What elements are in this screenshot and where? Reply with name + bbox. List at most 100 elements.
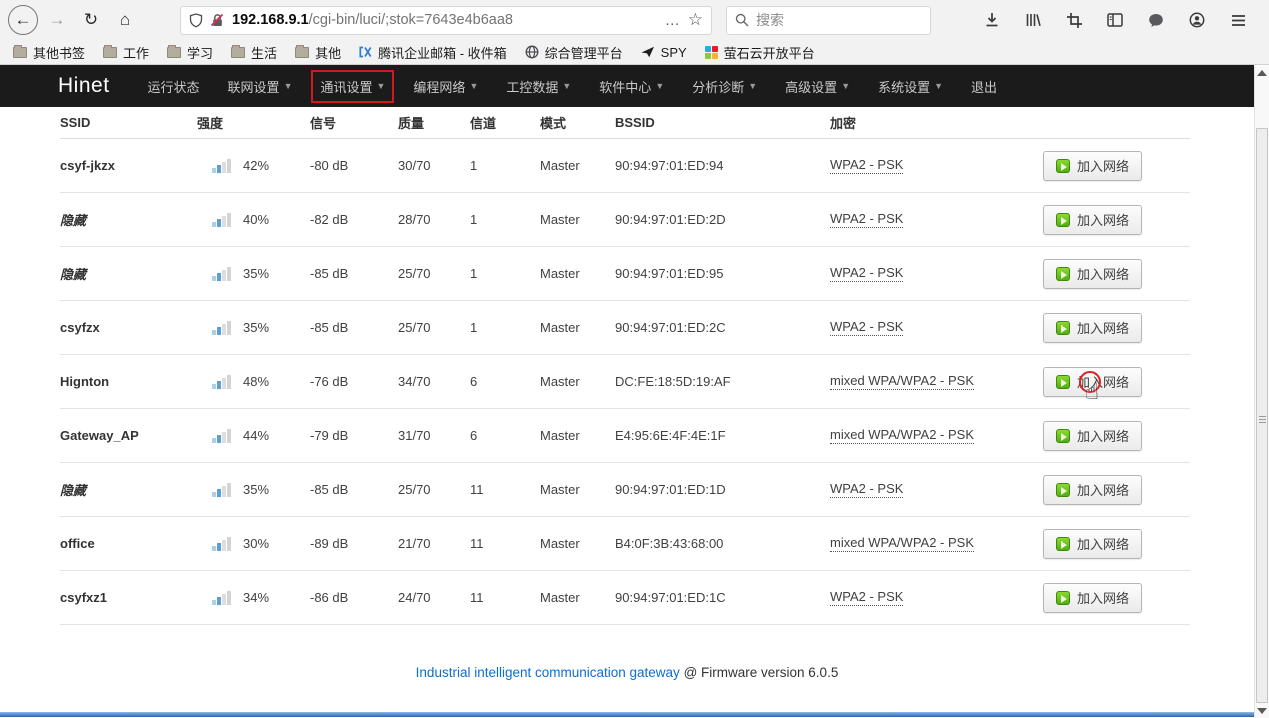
- nav-item-label: 通讯设置: [320, 77, 372, 96]
- join-play-icon: [1056, 159, 1070, 173]
- join-network-button[interactable]: 加入网络: [1043, 529, 1142, 559]
- bookmark-label: SPY: [661, 45, 687, 60]
- scroll-up-arrow-icon[interactable]: [1257, 70, 1267, 76]
- join-network-button[interactable]: 加入网络: [1043, 259, 1142, 289]
- bookmark-label: 学习: [187, 43, 213, 62]
- strength-value: 44%: [243, 428, 269, 443]
- chevron-down-icon: ▼: [469, 81, 478, 91]
- menu-hamburger-icon[interactable]: [1223, 6, 1253, 34]
- wifi-scan-table: SSID强度信号质量信道模式BSSID加密 csyf-jkzx 42% -80 …: [60, 107, 1190, 625]
- nav-item[interactable]: 软件中心▼: [591, 71, 672, 102]
- insecure-lock-icon[interactable]: [210, 13, 225, 28]
- bookmark-item[interactable]: 综合管理平台: [518, 41, 630, 64]
- channel-cell: 1: [470, 266, 540, 281]
- scroll-down-arrow-icon[interactable]: [1257, 708, 1267, 714]
- quality-cell: 30/70: [398, 158, 470, 173]
- join-play-icon: [1056, 213, 1070, 227]
- column-header: 信道: [470, 113, 540, 132]
- join-network-button[interactable]: 加入网络: [1043, 205, 1142, 235]
- sidebar-toggle-icon[interactable]: [1100, 6, 1130, 34]
- bookmark-item[interactable]: 其他书签: [6, 41, 92, 64]
- nav-item[interactable]: 分析诊断▼: [684, 71, 765, 102]
- channel-cell: 11: [470, 482, 540, 497]
- column-header: 加密: [830, 113, 1043, 132]
- search-box[interactable]: 搜索: [726, 6, 931, 35]
- join-network-button[interactable]: 加入网络: [1043, 475, 1142, 505]
- channel-cell: 1: [470, 158, 540, 173]
- signal-cell: -86 dB: [310, 590, 398, 605]
- footer-link[interactable]: Industrial intelligent communication gat…: [416, 665, 680, 680]
- bookmark-item[interactable]: 生活: [224, 41, 284, 64]
- quality-cell: 34/70: [398, 374, 470, 389]
- table-row: Hignton 48% -76 dB 34/70 6 Master DC:FE:…: [60, 355, 1190, 409]
- tracking-protection-shield-icon[interactable]: [189, 13, 203, 28]
- page-actions-icon[interactable]: …: [665, 12, 681, 29]
- nav-item[interactable]: 工控数据▼: [498, 71, 579, 102]
- encryption-value: WPA2 - PSK: [830, 481, 903, 498]
- bookmark-item[interactable]: 其他: [288, 41, 348, 64]
- signal-bars-icon: [212, 375, 231, 389]
- quality-cell: 25/70: [398, 482, 470, 497]
- bookmark-item[interactable]: 学习: [160, 41, 220, 64]
- bookmark-item[interactable]: SPY: [634, 43, 694, 62]
- browser-toolbar: ← → ↻ ⌂ 192.168.9.1/cgi-bin/luci/;stok=7…: [0, 0, 1269, 40]
- action-cell: 加入网络: [1043, 421, 1190, 451]
- home-button[interactable]: ⌂: [110, 5, 140, 35]
- action-cell: 加入网络: [1043, 529, 1190, 559]
- download-icon[interactable]: [977, 6, 1007, 34]
- account-icon[interactable]: [1182, 6, 1212, 34]
- join-network-button[interactable]: 加入网络: [1043, 151, 1142, 181]
- bookmark-star-icon[interactable]: ☆: [688, 10, 703, 30]
- nav-item[interactable]: 通讯设置▼: [312, 71, 393, 102]
- nav-item[interactable]: 联网设置▼: [220, 71, 301, 102]
- bookmark-item[interactable]: 腾讯企业邮箱 - 收件箱: [352, 41, 514, 64]
- nav-item[interactable]: 退出: [963, 71, 1005, 102]
- vertical-scrollbar[interactable]: [1254, 66, 1269, 718]
- screenshot-crop-icon[interactable]: [1059, 6, 1089, 34]
- scrollbar-thumb[interactable]: [1256, 128, 1268, 703]
- join-play-icon: [1056, 591, 1070, 605]
- channel-cell: 6: [470, 374, 540, 389]
- ssid-cell: Hignton: [60, 374, 197, 389]
- forward-button[interactable]: →: [42, 5, 72, 35]
- action-cell: 加入网络: [1043, 313, 1190, 343]
- table-header-row: SSID强度信号质量信道模式BSSID加密: [60, 107, 1190, 139]
- join-button-label: 加入网络: [1077, 210, 1129, 229]
- join-button-label: 加入网络: [1077, 426, 1129, 445]
- nav-item[interactable]: 编程网络▼: [405, 71, 486, 102]
- join-network-button[interactable]: 加入网络: [1043, 367, 1142, 397]
- join-network-button[interactable]: 加入网络: [1043, 313, 1142, 343]
- mode-cell: Master: [540, 590, 615, 605]
- reload-button[interactable]: ↻: [76, 5, 106, 35]
- nav-item[interactable]: 系统设置▼: [870, 71, 951, 102]
- bookmark-item[interactable]: 萤石云开放平台: [698, 41, 822, 64]
- signal-bars-icon: [212, 537, 231, 551]
- chevron-down-icon: ▼: [841, 81, 850, 91]
- back-button[interactable]: ←: [8, 5, 38, 35]
- column-header: BSSID: [615, 115, 830, 130]
- encryption-cell: WPA2 - PSK: [830, 319, 1043, 336]
- nav-item[interactable]: 高级设置▼: [777, 71, 858, 102]
- join-play-icon: [1056, 375, 1070, 389]
- strength-cell: 34%: [197, 590, 310, 605]
- ssid-cell: 隐藏: [60, 210, 197, 229]
- ssid-cell: 隐藏: [60, 264, 197, 283]
- bssid-cell: 90:94:97:01:ED:1D: [615, 482, 830, 497]
- library-icon[interactable]: [1018, 6, 1048, 34]
- url-bar[interactable]: 192.168.9.1/cgi-bin/luci/;stok=7643e4b6a…: [180, 6, 712, 35]
- strength-value: 42%: [243, 158, 269, 173]
- join-button-label: 加入网络: [1077, 534, 1129, 553]
- bookmark-label: 其他: [315, 43, 341, 62]
- channel-cell: 1: [470, 320, 540, 335]
- join-button-label: 加入网络: [1077, 156, 1129, 175]
- messenger-bubble-icon[interactable]: [1141, 6, 1171, 34]
- bookmarks-bar: 其他书签工作 学习生活 其他腾讯企业邮箱 - 收件箱综合管理平台 SPY 萤石云开放平台: [0, 40, 1269, 64]
- nav-item[interactable]: 运行状态: [140, 71, 208, 102]
- bookmark-item[interactable]: 工作: [96, 41, 156, 64]
- mode-cell: Master: [540, 482, 615, 497]
- join-network-button[interactable]: 加入网络: [1043, 421, 1142, 451]
- chevron-down-icon: ▼: [562, 81, 571, 91]
- join-network-button[interactable]: 加入网络: [1043, 583, 1142, 613]
- plane-icon: [641, 46, 655, 58]
- bssid-cell: 90:94:97:01:ED:95: [615, 266, 830, 281]
